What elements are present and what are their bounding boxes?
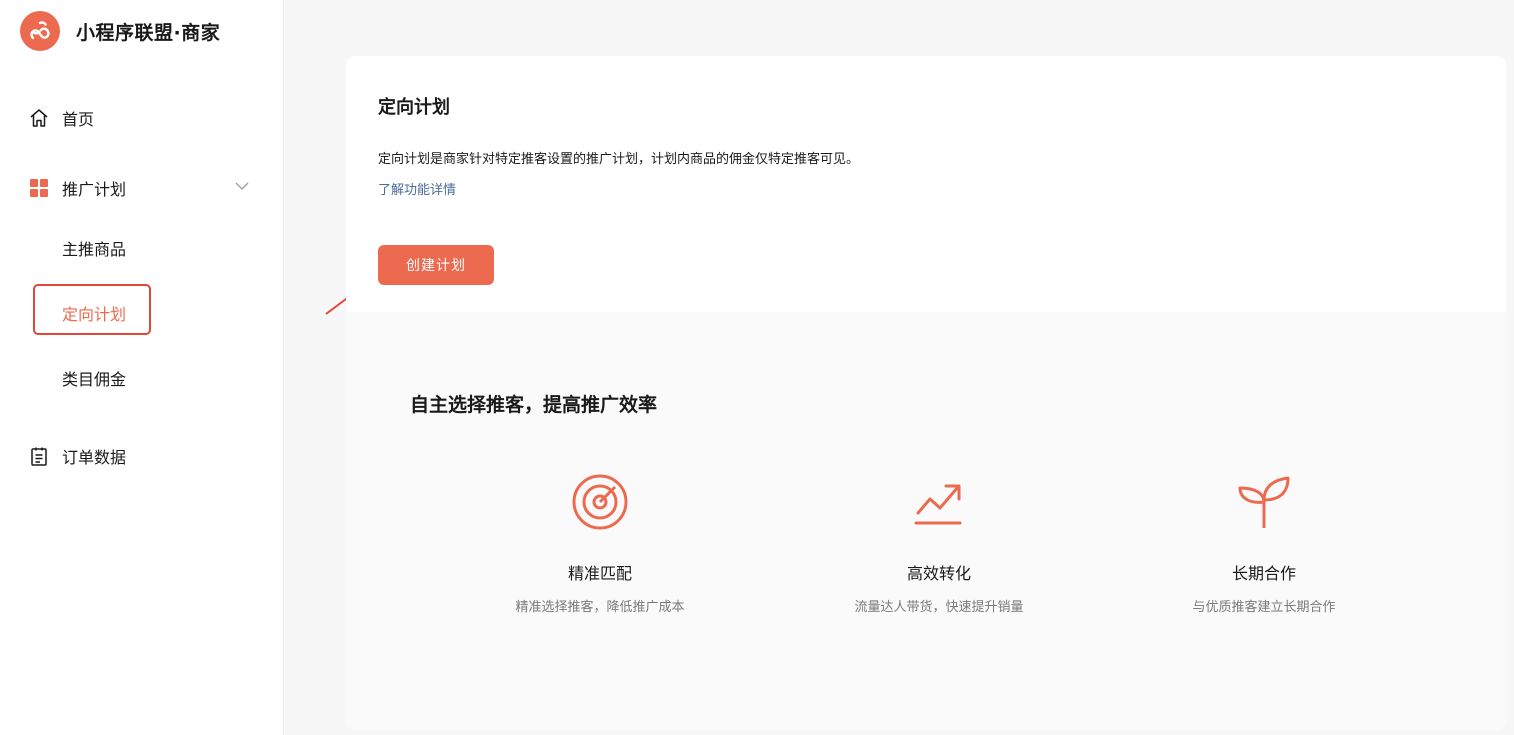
feature-section: 自主选择推客，提高推广效率 精准匹配 精准选择推客，降低推广成本 高效转化 流量… [346, 312, 1506, 730]
sidebar: 小程序联盟·商家 首页 推广计划 主推商品 定向计划 类目佣金 订单数据 [0, 0, 284, 735]
target-icon [470, 472, 730, 532]
sidebar-subitem-main-products[interactable]: 主推商品 [62, 236, 126, 260]
feature-item: 精准匹配 精准选择推客，降低推广成本 [470, 472, 730, 615]
feature-name: 高效转化 [906, 564, 971, 583]
sidebar-item-orders[interactable]: 订单数据 [28, 444, 126, 468]
feature-item: 高效转化 流量达人带货，快速提升销量 [809, 472, 1069, 615]
sidebar-item-label: 推广计划 [62, 180, 127, 199]
feature-item: 长期合作 与优质推客建立长期合作 [1134, 472, 1394, 615]
learn-more-link[interactable]: 了解功能详情 [378, 179, 456, 198]
chevron-down-icon[interactable] [234, 178, 250, 198]
brand[interactable]: 小程序联盟·商家 [20, 11, 220, 51]
create-plan-button[interactable]: 创建计划 [378, 245, 494, 285]
feature-name: 长期合作 [1231, 564, 1296, 583]
sidebar-item-label: 首页 [62, 110, 95, 129]
grid-icon [28, 178, 49, 199]
sidebar-item-label: 订单数据 [62, 448, 127, 467]
clipboard-icon [28, 446, 49, 467]
feature-desc: 精准选择推客，降低推广成本 [515, 600, 685, 615]
trend-up-icon [809, 472, 1069, 532]
home-icon [28, 108, 49, 129]
feature-desc: 与优质推客建立长期合作 [1192, 600, 1336, 615]
sprout-icon [1134, 472, 1394, 532]
sidebar-subitem-targeted-plan[interactable]: 定向计划 [62, 301, 126, 325]
feature-desc: 流量达人带货，快速提升销量 [854, 600, 1024, 615]
main-card: 定向计划 定向计划是商家针对特定推客设置的推广计划，计划内商品的佣金仅特定推客可… [346, 56, 1506, 730]
page-title: 定向计划 [378, 97, 450, 118]
feature-name: 精准匹配 [567, 564, 632, 583]
mini-program-icon [20, 11, 60, 51]
sidebar-item-promotion-plan[interactable]: 推广计划 [28, 176, 250, 200]
sidebar-subitem-category-commission[interactable]: 类目佣金 [62, 366, 126, 390]
sidebar-item-home[interactable]: 首页 [28, 106, 94, 130]
brand-name: 小程序联盟·商家 [76, 21, 221, 44]
feature-heading: 自主选择推客，提高推广效率 [410, 394, 658, 416]
page-description: 定向计划是商家针对特定推客设置的推广计划，计划内商品的佣金仅特定推客可见。 [378, 152, 860, 167]
